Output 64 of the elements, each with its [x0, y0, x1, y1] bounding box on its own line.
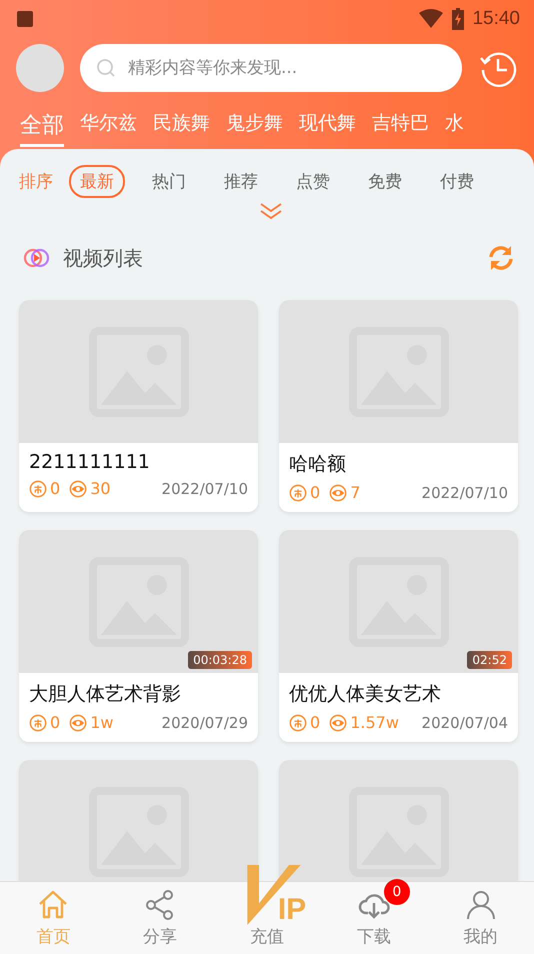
- sort-option[interactable]: 热门: [141, 165, 197, 198]
- coin-count: 0: [310, 483, 320, 502]
- notification-icon: [17, 11, 33, 27]
- nav-tab[interactable]: 首页: [0, 882, 107, 954]
- eye-icon: [329, 484, 348, 502]
- duration-badge: 02:52: [467, 651, 512, 669]
- nav-tab[interactable]: 我的: [427, 882, 534, 954]
- vip-logo-text: IP: [278, 893, 306, 927]
- video-card[interactable]: [19, 760, 258, 881]
- badge: 0: [384, 879, 410, 905]
- sort-option[interactable]: 点赞: [285, 165, 341, 198]
- coin-count: 0: [310, 713, 320, 732]
- search-field[interactable]: 精彩内容等你来发现...: [80, 44, 462, 92]
- duration-badge: 00:03:28: [188, 651, 252, 669]
- eye-icon: [69, 714, 88, 732]
- video-date: 2022/07/10: [422, 484, 508, 502]
- category-tab[interactable]: 吉特巴: [372, 110, 429, 147]
- coin-icon: [29, 714, 47, 732]
- sort-option[interactable]: 免费: [357, 165, 413, 198]
- video-title: 哈哈额: [289, 452, 347, 477]
- video-card[interactable]: [279, 760, 518, 881]
- coin-icon: [29, 480, 47, 498]
- view-count: 1.57w: [350, 713, 399, 732]
- video-card[interactable]: 哈哈额 0 7 2022/07/10: [279, 300, 518, 512]
- battery-icon: [452, 8, 464, 30]
- user-icon: [464, 889, 497, 921]
- sort-label: 排序: [19, 171, 53, 193]
- eye-icon: [329, 714, 348, 732]
- coin-icon: [289, 484, 307, 502]
- category-tab[interactable]: 水: [445, 110, 464, 147]
- category-tab[interactable]: 鬼步舞: [226, 110, 283, 147]
- view-count: 7: [350, 483, 360, 502]
- status-time: 15:40: [472, 8, 520, 30]
- category-tab[interactable]: 现代舞: [299, 110, 356, 147]
- video-date: 2020/07/04: [422, 714, 508, 732]
- video-card[interactable]: 00:03:28 大胆人体艺术背影 0 1w 2020/07/29: [19, 530, 258, 742]
- video-title: 优优人体美女艺术: [289, 682, 442, 707]
- video-list-icon: [23, 246, 51, 270]
- category-tab[interactable]: 华尔兹: [80, 110, 137, 147]
- nav-tab[interactable]: IP 充值: [214, 858, 320, 954]
- view-count: 1w: [90, 713, 114, 732]
- video-date: 2020/07/29: [162, 714, 248, 732]
- category-tab[interactable]: 民族舞: [153, 110, 210, 147]
- video-title: 2211111111: [29, 451, 151, 473]
- video-title: 大胆人体艺术背影: [29, 682, 182, 707]
- coin-icon: [289, 714, 307, 732]
- section-title: 视频列表: [63, 244, 143, 272]
- sort-option[interactable]: 推荐: [213, 165, 269, 198]
- wifi-icon: [418, 9, 444, 29]
- view-count: 30: [90, 479, 111, 498]
- nav-tab[interactable]: 0 下载: [320, 882, 428, 954]
- coin-count: 0: [50, 713, 60, 732]
- video-card[interactable]: 2211111111 0 30 2022/07/10: [19, 300, 258, 512]
- expand-icon[interactable]: [258, 202, 282, 220]
- nav-tab[interactable]: 分享: [106, 882, 214, 954]
- refresh-icon[interactable]: [487, 244, 515, 272]
- avatar[interactable]: [16, 44, 64, 92]
- video-card[interactable]: 02:52 优优人体美女艺术 0 1.57w 2020/07/04: [279, 530, 518, 742]
- coin-count: 0: [50, 479, 60, 498]
- sort-option[interactable]: 最新: [69, 165, 125, 198]
- eye-icon: [69, 480, 88, 498]
- home-icon: [37, 889, 70, 921]
- sort-option[interactable]: 付费: [429, 165, 485, 198]
- video-date: 2022/07/10: [162, 480, 248, 498]
